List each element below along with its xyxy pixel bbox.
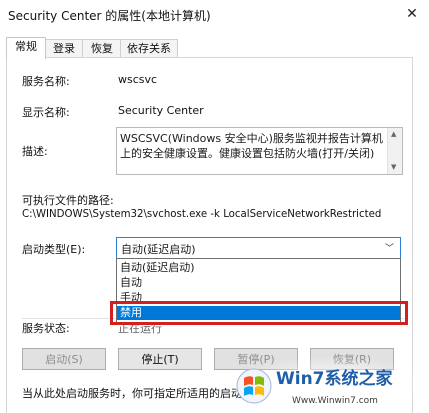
stop-button[interactable]: 停止(T)	[118, 348, 202, 370]
tab-dependencies[interactable]: 依存关系	[120, 39, 178, 58]
win7-watermark-logo: Win7系统之家 Www.Winwin7.com	[232, 356, 429, 412]
window-title: Security Center 的属性(本地计算机)	[8, 9, 211, 23]
tab-logon[interactable]: 登录	[44, 39, 84, 58]
start-button[interactable]: 启动(S)	[22, 348, 106, 370]
exe-path-label: 可执行文件的路径:	[22, 194, 114, 207]
windows-flag-icon	[236, 368, 272, 404]
startup-type-select[interactable]: 自动(延迟启动) ﹀	[116, 237, 401, 259]
startup-type-current: 自动(延迟启动)	[121, 243, 196, 256]
scroll-up-icon[interactable]: ▲	[391, 130, 396, 138]
option-auto[interactable]: 自动	[117, 276, 400, 290]
watermark-url: Www.Winwin7.com	[292, 396, 378, 406]
properties-dialog: Security Center 的属性(本地计算机) ✕ 常规 登录 恢复 依存…	[0, 0, 429, 413]
annotation-highlight-box	[110, 301, 408, 325]
service-status-label: 服务状态:	[22, 322, 70, 335]
tab-recovery[interactable]: 恢复	[82, 39, 122, 58]
service-name-value: wscsvc	[118, 73, 158, 86]
display-name-value: Security Center	[118, 104, 204, 117]
scroll-down-icon[interactable]: ▼	[391, 163, 396, 171]
startup-type-label: 启动类型(E):	[22, 243, 86, 256]
option-auto-delayed[interactable]: 自动(延迟启动)	[117, 261, 400, 275]
display-name-label: 显示名称:	[22, 106, 70, 119]
footer-text: 当从此处启动服务时，你可指定所适用的启动参	[22, 387, 253, 400]
tab-general[interactable]: 常规	[6, 37, 46, 59]
description-text: WSCSVC(Windows 安全中心)服务监视并报告计算机上的安全健康设置。健…	[120, 132, 383, 160]
description-scrollbar[interactable]: ▲ ▼	[387, 128, 402, 174]
close-icon: ✕	[406, 6, 418, 22]
description-label: 描述:	[22, 145, 48, 158]
description-box[interactable]: WSCSVC(Windows 安全中心)服务监视并报告计算机上的安全健康设置。健…	[116, 127, 403, 175]
chevron-down-icon: ﹀	[384, 244, 394, 254]
close-button[interactable]: ✕	[395, 0, 429, 28]
watermark-brand: Win7系统之家	[276, 368, 393, 389]
exe-path-value: C:\WINDOWS\System32\svchost.exe -k Local…	[22, 209, 382, 220]
service-name-label: 服务名称:	[22, 75, 70, 88]
title-bar: Security Center 的属性(本地计算机) ✕	[0, 0, 429, 30]
